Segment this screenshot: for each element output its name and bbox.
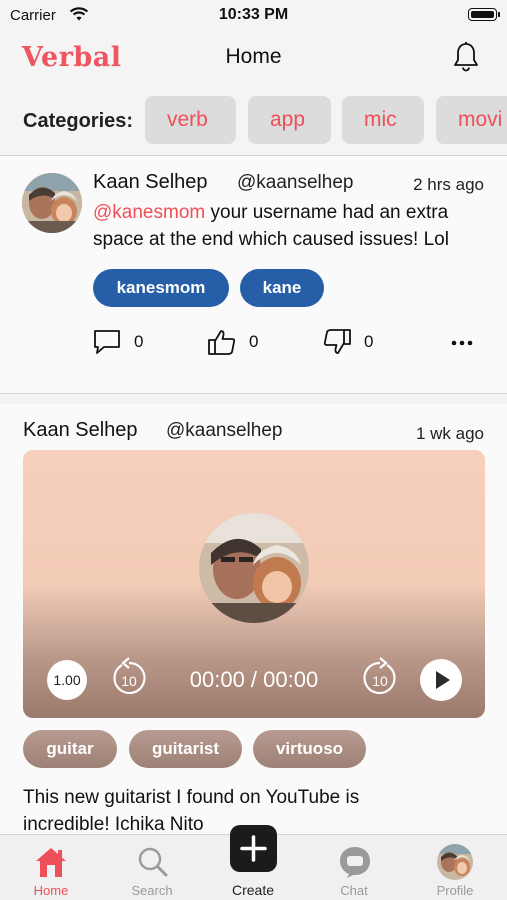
post-author-handle[interactable]: @kaanselhep	[166, 420, 282, 442]
dislike-button[interactable]: 0	[322, 328, 373, 356]
mention-link[interactable]: @kanesmom	[93, 202, 205, 223]
user-avatar[interactable]	[22, 173, 82, 233]
search-icon	[138, 847, 168, 877]
bell-icon[interactable]	[451, 41, 481, 73]
more-options-icon[interactable]	[451, 340, 473, 346]
tab-profile-label: Profile	[436, 883, 474, 898]
post-text: @kanesmom your username had an extra spa…	[93, 199, 493, 253]
create-button[interactable]	[230, 825, 277, 872]
audio-player[interactable]: 1.00 10 00:00 / 00:00 10	[23, 450, 485, 718]
audio-cover-avatar	[199, 513, 309, 623]
clock: 10:33 PM	[218, 6, 289, 23]
battery-icon	[468, 8, 500, 21]
tag-virtuoso[interactable]: virtuoso	[253, 730, 366, 768]
dislike-count: 0	[364, 332, 374, 351]
post-text-line1: This new guitarist I found on YouTube is	[23, 787, 360, 808]
playback-timeline: 00:00 / 00:00	[189, 667, 319, 692]
chat-icon	[340, 847, 370, 878]
playback-speed-button[interactable]: 1.00	[47, 660, 87, 700]
svg-text:10: 10	[121, 673, 137, 689]
post-timestamp: 1 wk ago	[415, 424, 484, 443]
thumbs-up-icon	[208, 330, 236, 355]
tab-chat-label: Chat	[340, 883, 368, 898]
comment-count: 0	[134, 332, 144, 351]
post-author-name[interactable]: Kaan Selhep	[23, 419, 138, 442]
home-icon	[36, 848, 66, 877]
like-button[interactable]: 0	[207, 328, 258, 356]
tab-search[interactable]: Search	[102, 835, 202, 900]
tab-home-label: Home	[33, 883, 69, 898]
post-author-name[interactable]: Kaan Selhep	[93, 171, 208, 194]
tab-home[interactable]: Home	[1, 835, 101, 900]
tab-search-label: Search	[131, 883, 173, 898]
nav-bar: Verbal Home	[0, 30, 507, 86]
plus-icon	[240, 835, 267, 862]
category-chip-movie[interactable]: movi	[436, 96, 507, 144]
svg-text:10: 10	[372, 673, 388, 689]
categories-bar: Categories: verb app mic movi	[0, 94, 507, 146]
post-text-line2: incredible! Ichika Nito	[23, 814, 204, 835]
post-card[interactable]: Kaan Selhep @kaanselhep 1 wk ago 1.00 10	[0, 404, 507, 835]
tag-guitarist[interactable]: guitarist	[129, 730, 242, 768]
categories-label: Categories:	[23, 110, 134, 132]
comment-button[interactable]: 0	[92, 328, 143, 356]
post-text-line1: your username had an extra	[205, 202, 449, 223]
post-card[interactable]: Kaan Selhep @kaanselhep 2 hrs ago @kanes…	[0, 156, 507, 393]
tab-create-label: Create	[231, 882, 275, 898]
post-text-line2: space at the end which caused issues! Lo…	[93, 229, 449, 250]
category-chip-verb[interactable]: verb	[145, 96, 236, 144]
play-icon	[436, 671, 450, 689]
page-title: Home	[225, 45, 282, 68]
skip-forward-icon[interactable]: 10	[359, 655, 401, 701]
category-chip-app[interactable]: app	[248, 96, 331, 144]
skip-back-icon[interactable]: 10	[108, 655, 150, 701]
tag-kane[interactable]: kane	[240, 269, 324, 307]
play-button[interactable]	[420, 659, 462, 701]
post-author-handle[interactable]: @kaanselhep	[237, 172, 353, 194]
category-chip-mic[interactable]: mic	[342, 96, 424, 144]
tab-chat[interactable]: Chat	[304, 835, 404, 900]
comment-icon	[94, 330, 120, 354]
status-bar: Carrier 10:33 PM	[0, 0, 507, 30]
profile-avatar[interactable]	[437, 844, 473, 880]
post-timestamp: 2 hrs ago	[413, 175, 484, 194]
tag-guitar[interactable]: guitar	[23, 730, 117, 768]
thumbs-down-icon	[323, 329, 351, 354]
like-count: 0	[249, 332, 259, 351]
tag-kanesmom[interactable]: kanesmom	[93, 269, 229, 307]
divider	[0, 393, 507, 394]
